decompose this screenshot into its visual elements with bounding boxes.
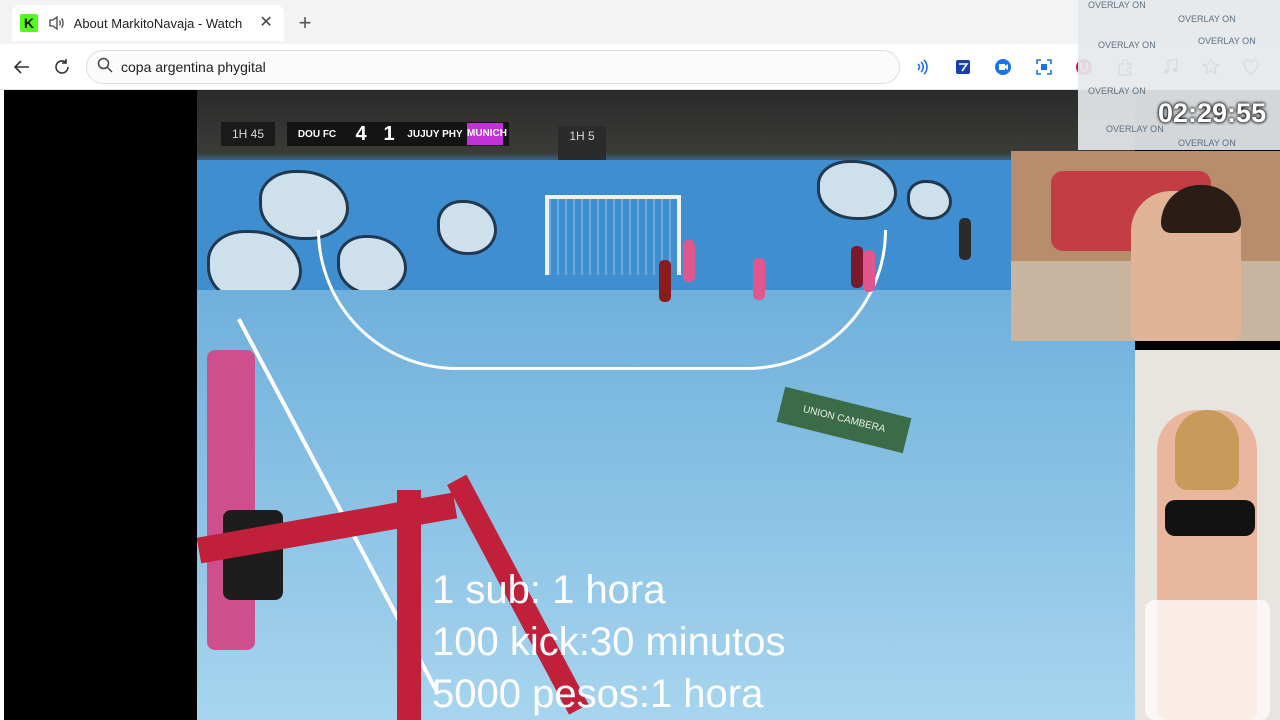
tab-active[interactable]: K About MarkitoNavaja - Watch ✕ xyxy=(12,5,284,41)
penalty-arc xyxy=(317,230,887,370)
tab-title: About MarkitoNavaja - Watch xyxy=(73,15,243,31)
player xyxy=(863,250,875,292)
webcam-clothing xyxy=(1145,600,1270,720)
railing xyxy=(397,490,421,720)
search-icon xyxy=(97,57,113,78)
extension-shield-icon[interactable] xyxy=(952,56,974,78)
overlay-tag: OVERLAY ON xyxy=(1098,40,1156,50)
kick-rate-line: 100 kick:30 minutos xyxy=(432,620,786,664)
wall-graffiti xyxy=(907,180,952,220)
away-score: 1 xyxy=(383,122,395,145)
speaker-icon[interactable] xyxy=(46,13,68,33)
player xyxy=(659,260,671,302)
extension-record-icon[interactable] xyxy=(992,56,1014,78)
overlay-tag: OVERLAY ON xyxy=(1178,138,1236,148)
scoreboard-period: 1H 5 xyxy=(558,126,606,160)
webcam-person-hair xyxy=(1175,410,1239,490)
sponsor-logo: MUNICH xyxy=(467,123,507,145)
scoreboard-clock: 1H 45 xyxy=(221,122,275,146)
overlay-tag: OVERLAY ON xyxy=(1178,14,1236,24)
player xyxy=(683,240,695,282)
pesos-rate-line: 5000 pesos:1 hora xyxy=(432,672,764,716)
webcam-guest xyxy=(1135,350,1280,720)
away-team-name: JUJUY PHY xyxy=(407,128,463,140)
player xyxy=(851,246,863,288)
webcam-clothing xyxy=(1165,500,1255,536)
read-aloud-icon[interactable] xyxy=(912,56,934,78)
home-score: 4 xyxy=(355,122,367,145)
overlay-tag: OVERLAY ON xyxy=(1106,124,1164,134)
overlay-tag: OVERLAY ON xyxy=(1088,86,1146,96)
overlay-tag: OVERLAY ON xyxy=(1088,0,1146,10)
player xyxy=(753,258,765,300)
kick-favicon-icon: K xyxy=(20,14,38,32)
referee xyxy=(959,218,971,260)
scoreboard: DOU FC 4 1 JUJUY PHY MUNICH xyxy=(287,122,509,146)
back-button[interactable] xyxy=(10,55,34,79)
reload-button[interactable] xyxy=(50,55,74,79)
webcam-streamer xyxy=(1011,151,1280,341)
sub-rate-line: 1 sub: 1 hora xyxy=(432,568,666,612)
address-input[interactable]: copa argentina phygital xyxy=(121,59,266,75)
screenshot-icon[interactable] xyxy=(1033,56,1055,78)
close-tab-icon[interactable]: ✕ xyxy=(256,13,276,33)
new-tab-button[interactable]: + xyxy=(292,10,318,36)
stream-timer: 02:29:55 xyxy=(1158,98,1267,128)
home-team-name: DOU FC xyxy=(297,128,337,140)
address-bar[interactable]: copa argentina phygital xyxy=(86,50,900,84)
bench-players xyxy=(207,350,255,650)
overlay-tag: OVERLAY ON xyxy=(1198,36,1256,46)
